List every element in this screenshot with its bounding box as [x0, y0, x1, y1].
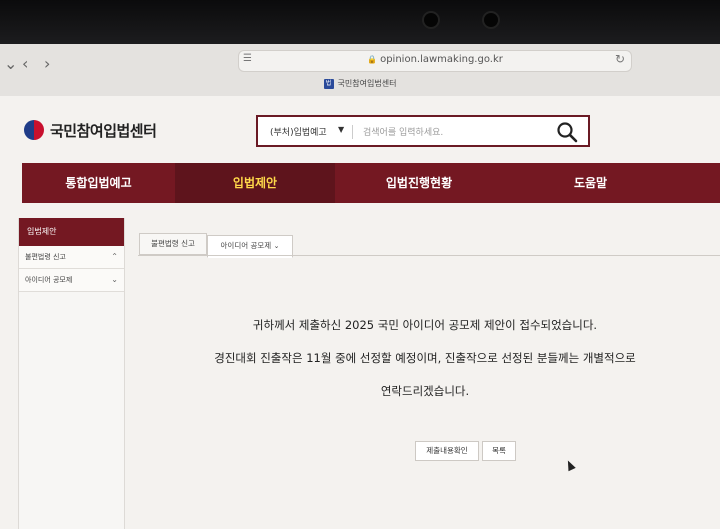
message-line-3: 연락드리겠습니다. [380, 384, 470, 398]
nav-help[interactable]: 도움말 [503, 163, 678, 203]
main-navigation: 통합입법예고 입법제안 입법진행현황 도움말 [22, 163, 720, 203]
sidebar: 입법제안 불편법령 신고 ⌃ 아이디어 공모제 ⌄ [18, 218, 125, 529]
nav-legislation-proposal[interactable]: 입법제안 [175, 163, 335, 203]
reload-icon[interactable]: ↻ [615, 52, 625, 66]
site-logo-text: 국민참여입법센터 [50, 121, 157, 140]
view-submission-button[interactable]: 제출내용확인 [415, 441, 479, 461]
address-bar[interactable]: ☰ 🔒 opinion.lawmaking.go.kr ↻ [238, 50, 632, 72]
web-page: 국민참여입법센터 (부처)입법예고 ▼ 통합입법예고 입법제안 입법진행현황 도… [0, 96, 720, 529]
tab-label: 아이디어 공모제 [220, 241, 272, 250]
nav-legislation-status[interactable]: 입법진행현황 [335, 163, 503, 203]
search-divider [352, 125, 353, 139]
lock-icon: 🔒 [367, 55, 378, 64]
url-text: opinion.lawmaking.go.kr [380, 54, 503, 65]
message-line-2: 경진대회 진출작은 11월 중에 선정할 예정이며, 진출작으로 선정된 분들께… [214, 351, 636, 365]
sidebar-title: 입법제안 [19, 218, 124, 246]
chevron-up-icon: ⌃ [111, 252, 118, 261]
chevron-down-icon[interactable]: ▼ [338, 125, 344, 134]
sidebar-item-label: 아이디어 공모제 [25, 276, 73, 284]
camera-sensor [424, 13, 438, 27]
search-icon[interactable] [556, 121, 578, 143]
message-line-1: 귀하께서 제출하신 2025 국민 아이디어 공모제 제안이 접수되었습니다. [252, 318, 598, 332]
tab-inconvenient-law[interactable]: 불편법령 신고 [139, 233, 207, 255]
tab-divider [138, 255, 720, 256]
chevron-down-icon: ⌄ [111, 275, 118, 284]
taegeuk-logo-icon [24, 120, 44, 140]
back-icon[interactable]: ‹ [22, 54, 28, 73]
tab-title: 국민참여입법센터 [337, 79, 397, 88]
browser-tab[interactable]: 법 국민참여입법센터 [0, 78, 720, 89]
favicon-icon: 법 [323, 78, 334, 89]
camera-lens [484, 13, 498, 27]
search-input[interactable] [361, 124, 545, 142]
sidebar-item-inconvenient-law[interactable]: 불편법령 신고 ⌃ [19, 246, 124, 269]
list-button[interactable]: 목록 [482, 441, 516, 461]
nav-integrated-notice[interactable]: 통합입법예고 [22, 163, 175, 203]
sidebar-item-idea-contest[interactable]: 아이디어 공모제 ⌄ [19, 269, 124, 292]
sidebar-toggle-icon[interactable]: ⌄ [4, 54, 17, 73]
chevron-down-icon: ⌄ [273, 242, 280, 250]
search-category-select[interactable]: (부처)입법예고 [270, 125, 327, 138]
search-box: (부처)입법예고 ▼ [256, 115, 590, 147]
sidebar-item-label: 불편법령 신고 [25, 253, 66, 261]
laptop-bezel [0, 0, 720, 44]
browser-toolbar: ⌄ ‹ › ☰ 🔒 opinion.lawmaking.go.kr ↻ 법 국민참여… [0, 44, 720, 97]
forward-icon[interactable]: › [44, 54, 50, 73]
mouse-cursor-icon [564, 458, 576, 472]
site-logo[interactable]: 국민참여입법센터 [24, 120, 157, 140]
